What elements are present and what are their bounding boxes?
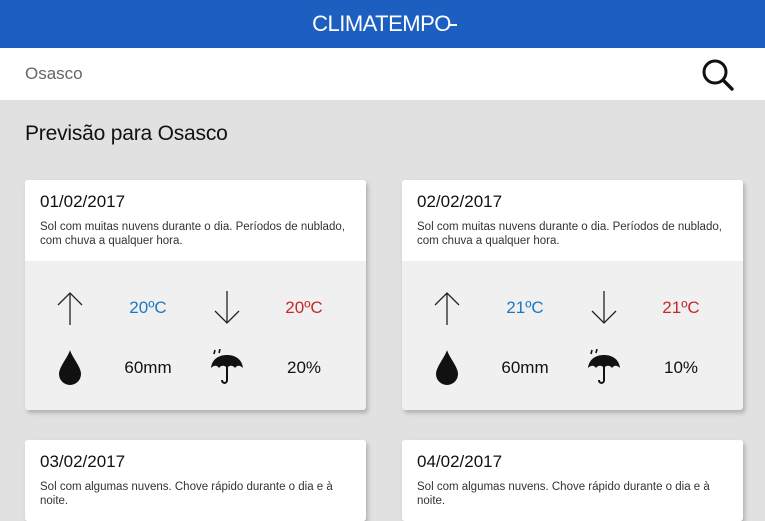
forecast-description: Sol com muitas nuvens durante o dia. Per…: [40, 221, 345, 247]
arrow-up-icon: [52, 286, 88, 330]
card-header: 03/02/2017 Sol com algumas nuvens. Chove…: [25, 440, 366, 521]
card-header: 02/02/2017 Sol com muitas nuvens durante…: [402, 180, 743, 261]
forecast-date: 04/02/2017: [417, 452, 503, 471]
drop-icon: [54, 347, 86, 387]
max-temperature-value: 21ºC: [662, 298, 700, 317]
forecast-date: 02/02/2017: [417, 192, 503, 211]
card-header: 04/02/2017 Sol com algumas nuvens. Chove…: [402, 440, 743, 521]
card-header: 01/02/2017 Sol com muitas nuvens durante…: [25, 180, 366, 261]
rain-chance: 10%: [646, 353, 716, 383]
forecast-description: Sol com muitas nuvens durante o dia. Per…: [417, 221, 722, 247]
search-bar: [0, 48, 765, 100]
search-input[interactable]: [25, 62, 665, 86]
min-temperature: 21ºC: [490, 293, 560, 323]
max-temperature: 20ºC: [269, 293, 339, 323]
forecast-date: 01/02/2017: [40, 192, 126, 211]
max-temperature: 21ºC: [646, 293, 716, 323]
logo-mark: [448, 23, 457, 26]
forecast-description: Sol com algumas nuvens. Chove rápido dur…: [40, 481, 333, 507]
page-title: Previsão para Osasco: [25, 122, 228, 145]
rain-amount-value: 60mm: [501, 358, 549, 377]
forecast-card: 03/02/2017 Sol com algumas nuvens. Chove…: [25, 440, 366, 521]
forecast-card: 04/02/2017 Sol com algumas nuvens. Chove…: [402, 440, 743, 521]
app-header: CLIMATEMPO: [0, 0, 765, 48]
arrow-up-icon: [429, 286, 465, 330]
card-details: 20ºC 20ºC 60mm 20%: [25, 261, 366, 410]
max-temperature-value: 20ºC: [285, 298, 323, 317]
forecast-card: 02/02/2017 Sol com muitas nuvens durante…: [402, 180, 743, 410]
search-icon: [702, 59, 734, 91]
min-temperature-value: 20ºC: [129, 298, 167, 317]
umbrella-icon: [584, 347, 624, 387]
umbrella-icon: [207, 347, 247, 387]
rain-amount-value: 60mm: [124, 358, 172, 377]
min-temperature-value: 21ºC: [506, 298, 544, 317]
rain-chance: 20%: [269, 353, 339, 383]
arrow-down-icon: [586, 286, 622, 330]
rain-chance-value: 20%: [286, 358, 322, 377]
rain-chance-value: 10%: [663, 358, 699, 377]
logo-text: CLIMATEMPO: [312, 11, 451, 36]
drop-icon: [431, 347, 463, 387]
climatempo-logo[interactable]: CLIMATEMPO: [312, 11, 457, 37]
forecast-card: 01/02/2017 Sol com muitas nuvens durante…: [25, 180, 366, 410]
min-temperature: 20ºC: [113, 293, 183, 323]
arrow-down-icon: [209, 286, 245, 330]
rain-amount: 60mm: [490, 353, 560, 383]
card-details: 21ºC 21ºC 60mm 10%: [402, 261, 743, 410]
search-button[interactable]: [698, 57, 738, 93]
rain-amount: 60mm: [113, 353, 183, 383]
forecast-description: Sol com algumas nuvens. Chove rápido dur…: [417, 481, 710, 507]
forecast-date: 03/02/2017: [40, 452, 126, 471]
